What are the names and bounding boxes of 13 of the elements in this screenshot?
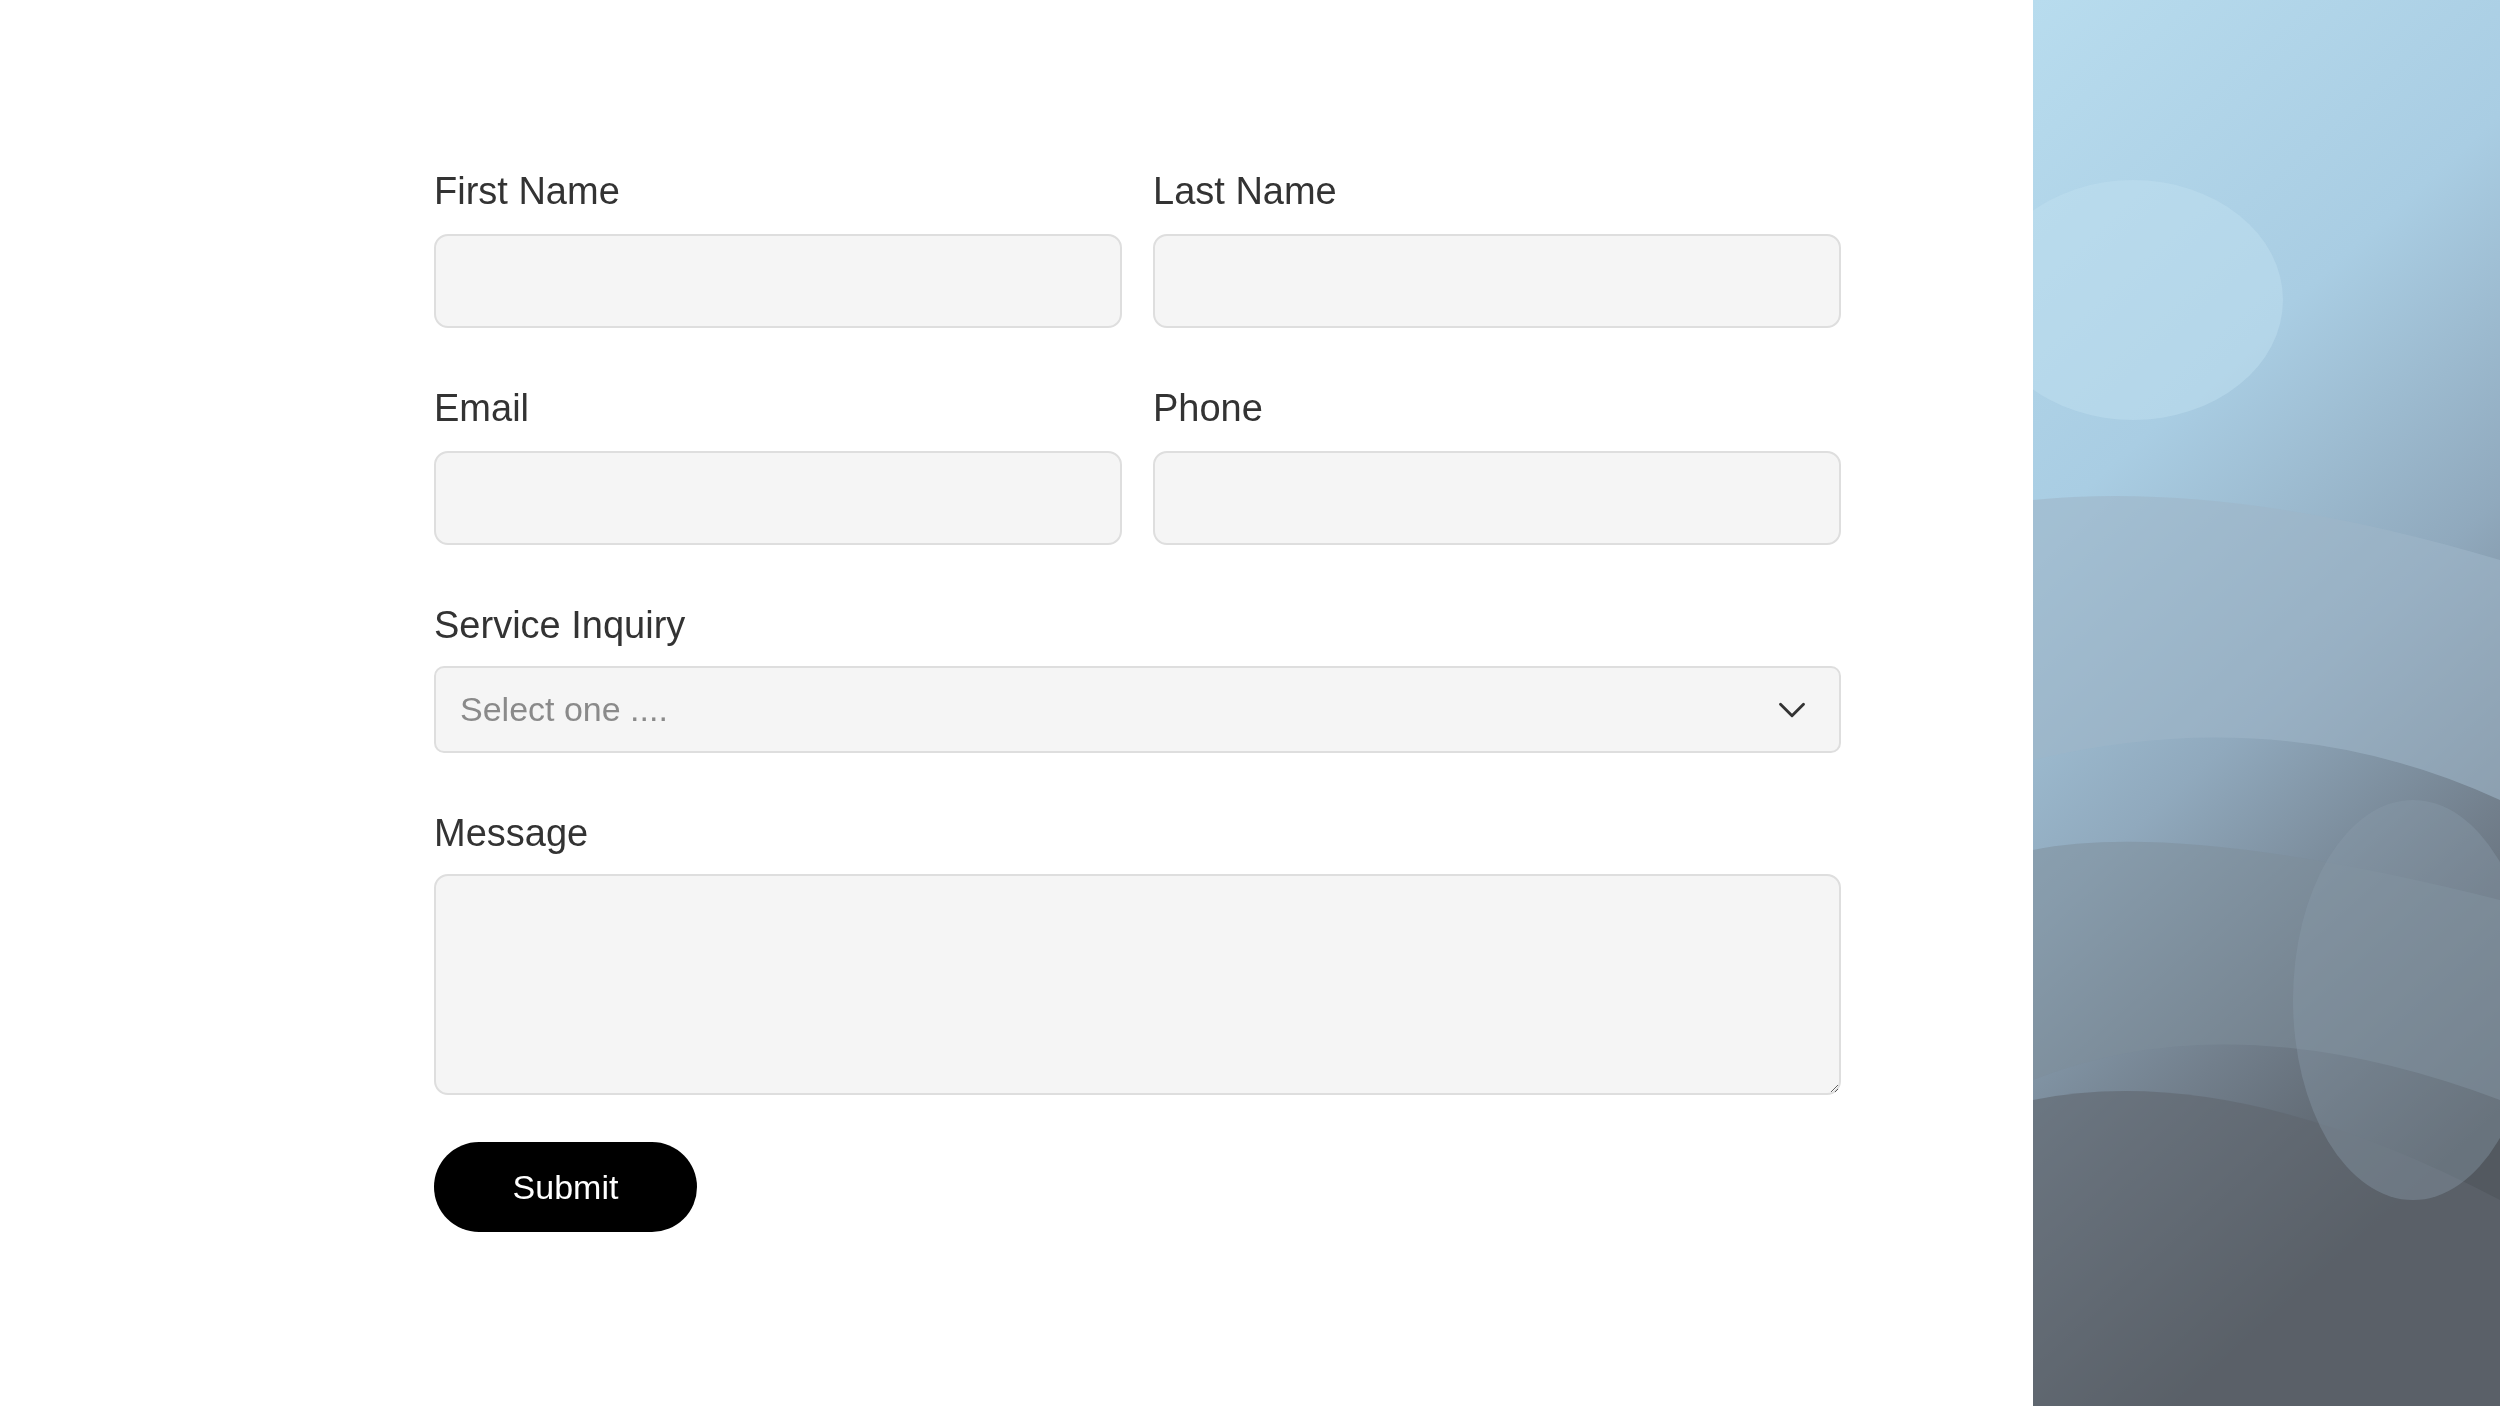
field-label: Message bbox=[434, 811, 590, 856]
text-field[interactable] bbox=[1153, 451, 1841, 545]
submit-button[interactable]: Submit bbox=[434, 1142, 697, 1232]
text-field[interactable] bbox=[434, 234, 1122, 328]
field-label: Email bbox=[434, 386, 531, 431]
field-label: Service Inquiry bbox=[434, 603, 687, 648]
text-field[interactable] bbox=[434, 451, 1122, 545]
field-label: First Name bbox=[434, 169, 621, 214]
field-label: Phone bbox=[1153, 386, 1264, 431]
field-label: Last Name bbox=[1153, 169, 1338, 214]
select-placeholder: Select one .... bbox=[460, 689, 668, 730]
text-field[interactable] bbox=[1153, 234, 1841, 328]
message-field[interactable] bbox=[434, 874, 1841, 1095]
